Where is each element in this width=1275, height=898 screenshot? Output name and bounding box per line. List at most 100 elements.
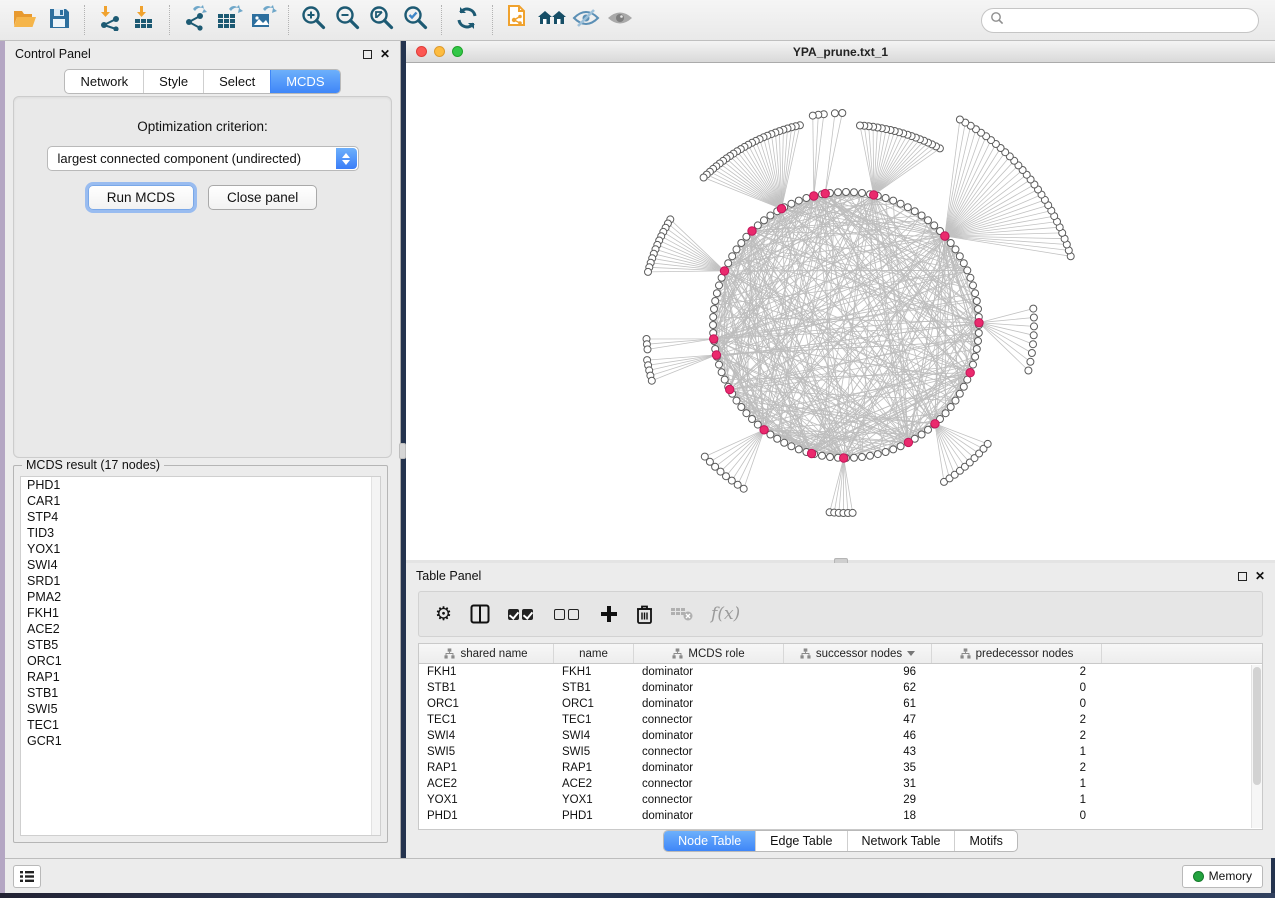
network-canvas[interactable]: [406, 63, 1275, 560]
cell-successor_nodes[interactable]: 29: [784, 792, 932, 808]
table-row-YOX1[interactable]: YOX1YOX1connector291: [419, 792, 1262, 808]
tab-network-table[interactable]: Network Table: [847, 831, 955, 851]
zoom-selected-button[interactable]: [399, 5, 433, 35]
cell-predecessor_nodes[interactable]: 2: [932, 664, 1102, 680]
vertical-splitter-handle[interactable]: [399, 443, 406, 459]
cell-name[interactable]: ACE2: [554, 776, 634, 792]
mcds-result-item[interactable]: SRD1: [21, 573, 380, 589]
close-panel-button[interactable]: Close panel: [208, 185, 317, 210]
cell-name[interactable]: PHD1: [554, 808, 634, 824]
table-row-STB1[interactable]: STB1STB1dominator620: [419, 680, 1262, 696]
cell-predecessor_nodes[interactable]: 0: [932, 680, 1102, 696]
cell-mcds_role[interactable]: connector: [634, 712, 784, 728]
cell-shared_name[interactable]: ORC1: [419, 696, 554, 712]
network-graph-svg[interactable]: [406, 63, 1275, 560]
export-image-button[interactable]: [246, 5, 280, 35]
float-panel-icon[interactable]: [363, 50, 372, 59]
cell-successor_nodes[interactable]: 62: [784, 680, 932, 696]
column-header-predecessor-nodes[interactable]: predecessor nodes: [932, 644, 1102, 663]
deselect-all-columns-icon[interactable]: [554, 609, 582, 620]
table-row-FKH1[interactable]: FKH1FKH1dominator962: [419, 664, 1262, 680]
cell-predecessor_nodes[interactable]: 2: [932, 728, 1102, 744]
zoom-fit-button[interactable]: [365, 5, 399, 35]
table-row-RAP1[interactable]: RAP1RAP1dominator352: [419, 760, 1262, 776]
cell-predecessor_nodes[interactable]: 2: [932, 760, 1102, 776]
network-snapshot-button[interactable]: [501, 5, 535, 35]
cell-mcds_role[interactable]: connector: [634, 792, 784, 808]
cell-name[interactable]: SWI4: [554, 728, 634, 744]
save-session-button[interactable]: [42, 5, 76, 35]
cell-name[interactable]: FKH1: [554, 664, 634, 680]
cell-successor_nodes[interactable]: 46: [784, 728, 932, 744]
cell-mcds_role[interactable]: dominator: [634, 680, 784, 696]
select-all-columns-icon[interactable]: [508, 609, 536, 620]
cell-shared_name[interactable]: YOX1: [419, 792, 554, 808]
open-session-button[interactable]: [8, 5, 42, 35]
cell-successor_nodes[interactable]: 35: [784, 760, 932, 776]
show-columns-icon[interactable]: [470, 604, 490, 624]
zoom-in-button[interactable]: [297, 5, 331, 35]
cell-predecessor_nodes[interactable]: 1: [932, 776, 1102, 792]
column-header-name[interactable]: name: [554, 644, 634, 663]
cell-name[interactable]: RAP1: [554, 760, 634, 776]
cell-mcds_role[interactable]: dominator: [634, 728, 784, 744]
mcds-result-item[interactable]: SWI5: [21, 701, 380, 717]
mcds-result-item[interactable]: PMA2: [21, 589, 380, 605]
cell-name[interactable]: TEC1: [554, 712, 634, 728]
mcds-result-item[interactable]: ORC1: [21, 653, 380, 669]
cell-shared_name[interactable]: PHD1: [419, 808, 554, 824]
mcds-result-item[interactable]: GCR1: [21, 733, 380, 749]
mcds-result-item[interactable]: CAR1: [21, 493, 380, 509]
tab-mcds[interactable]: MCDS: [270, 70, 339, 93]
mcds-result-item[interactable]: STB5: [21, 637, 380, 653]
tab-node-table[interactable]: Node Table: [664, 831, 755, 851]
cell-predecessor_nodes[interactable]: 0: [932, 696, 1102, 712]
cell-shared_name[interactable]: TEC1: [419, 712, 554, 728]
refresh-button[interactable]: [450, 5, 484, 35]
cell-predecessor_nodes[interactable]: 0: [932, 808, 1102, 824]
tab-style[interactable]: Style: [143, 70, 203, 93]
criterion-dropdown[interactable]: largest connected component (undirected): [47, 146, 359, 171]
mcds-result-item[interactable]: STP4: [21, 509, 380, 525]
column-header-shared-name[interactable]: shared name: [419, 644, 554, 663]
table-options-gear-icon[interactable]: ⚙: [435, 603, 452, 626]
search-input[interactable]: [1009, 14, 1258, 28]
cell-predecessor_nodes[interactable]: 1: [932, 792, 1102, 808]
cell-mcds_role[interactable]: dominator: [634, 760, 784, 776]
table-row-PHD1[interactable]: PHD1PHD1dominator180: [419, 808, 1262, 824]
mcds-result-item[interactable]: SWI4: [21, 557, 380, 573]
mcds-result-item[interactable]: ACE2: [21, 621, 380, 637]
table-row-SWI5[interactable]: SWI5SWI5connector431: [419, 744, 1262, 760]
mcds-result-item[interactable]: YOX1: [21, 541, 380, 557]
cell-mcds_role[interactable]: dominator: [634, 696, 784, 712]
column-header-MCDS-role[interactable]: MCDS role: [634, 644, 784, 663]
cell-shared_name[interactable]: ACE2: [419, 776, 554, 792]
cell-shared_name[interactable]: SWI5: [419, 744, 554, 760]
mcds-result-list[interactable]: PHD1CAR1STP4TID3YOX1SWI4SRD1PMA2FKH1ACE2…: [20, 476, 381, 836]
tab-motifs[interactable]: Motifs: [954, 831, 1016, 851]
mcds-list-scrollbar[interactable]: [371, 477, 380, 835]
cell-successor_nodes[interactable]: 61: [784, 696, 932, 712]
cell-name[interactable]: YOX1: [554, 792, 634, 808]
mcds-result-item[interactable]: PHD1: [21, 477, 380, 493]
cell-shared_name[interactable]: RAP1: [419, 760, 554, 776]
cell-name[interactable]: SWI5: [554, 744, 634, 760]
mcds-result-item[interactable]: RAP1: [21, 669, 380, 685]
mcds-result-item[interactable]: FKH1: [21, 605, 380, 621]
run-mcds-button[interactable]: Run MCDS: [88, 185, 194, 210]
cell-shared_name[interactable]: SWI4: [419, 728, 554, 744]
cell-mcds_role[interactable]: dominator: [634, 664, 784, 680]
cell-name[interactable]: ORC1: [554, 696, 634, 712]
add-column-icon[interactable]: [600, 605, 618, 623]
cell-predecessor_nodes[interactable]: 2: [932, 712, 1102, 728]
cell-predecessor_nodes[interactable]: 1: [932, 744, 1102, 760]
close-panel-icon[interactable]: ✕: [380, 48, 390, 60]
cell-successor_nodes[interactable]: 31: [784, 776, 932, 792]
memory-button[interactable]: Memory: [1182, 865, 1263, 888]
cell-mcds_role[interactable]: connector: [634, 744, 784, 760]
hide-selected-button[interactable]: [569, 5, 603, 35]
table-scrollbar-thumb[interactable]: [1253, 667, 1261, 785]
cell-successor_nodes[interactable]: 47: [784, 712, 932, 728]
network-view-titlebar[interactable]: YPA_prune.txt_1: [406, 41, 1275, 63]
show-all-button[interactable]: [603, 5, 637, 35]
